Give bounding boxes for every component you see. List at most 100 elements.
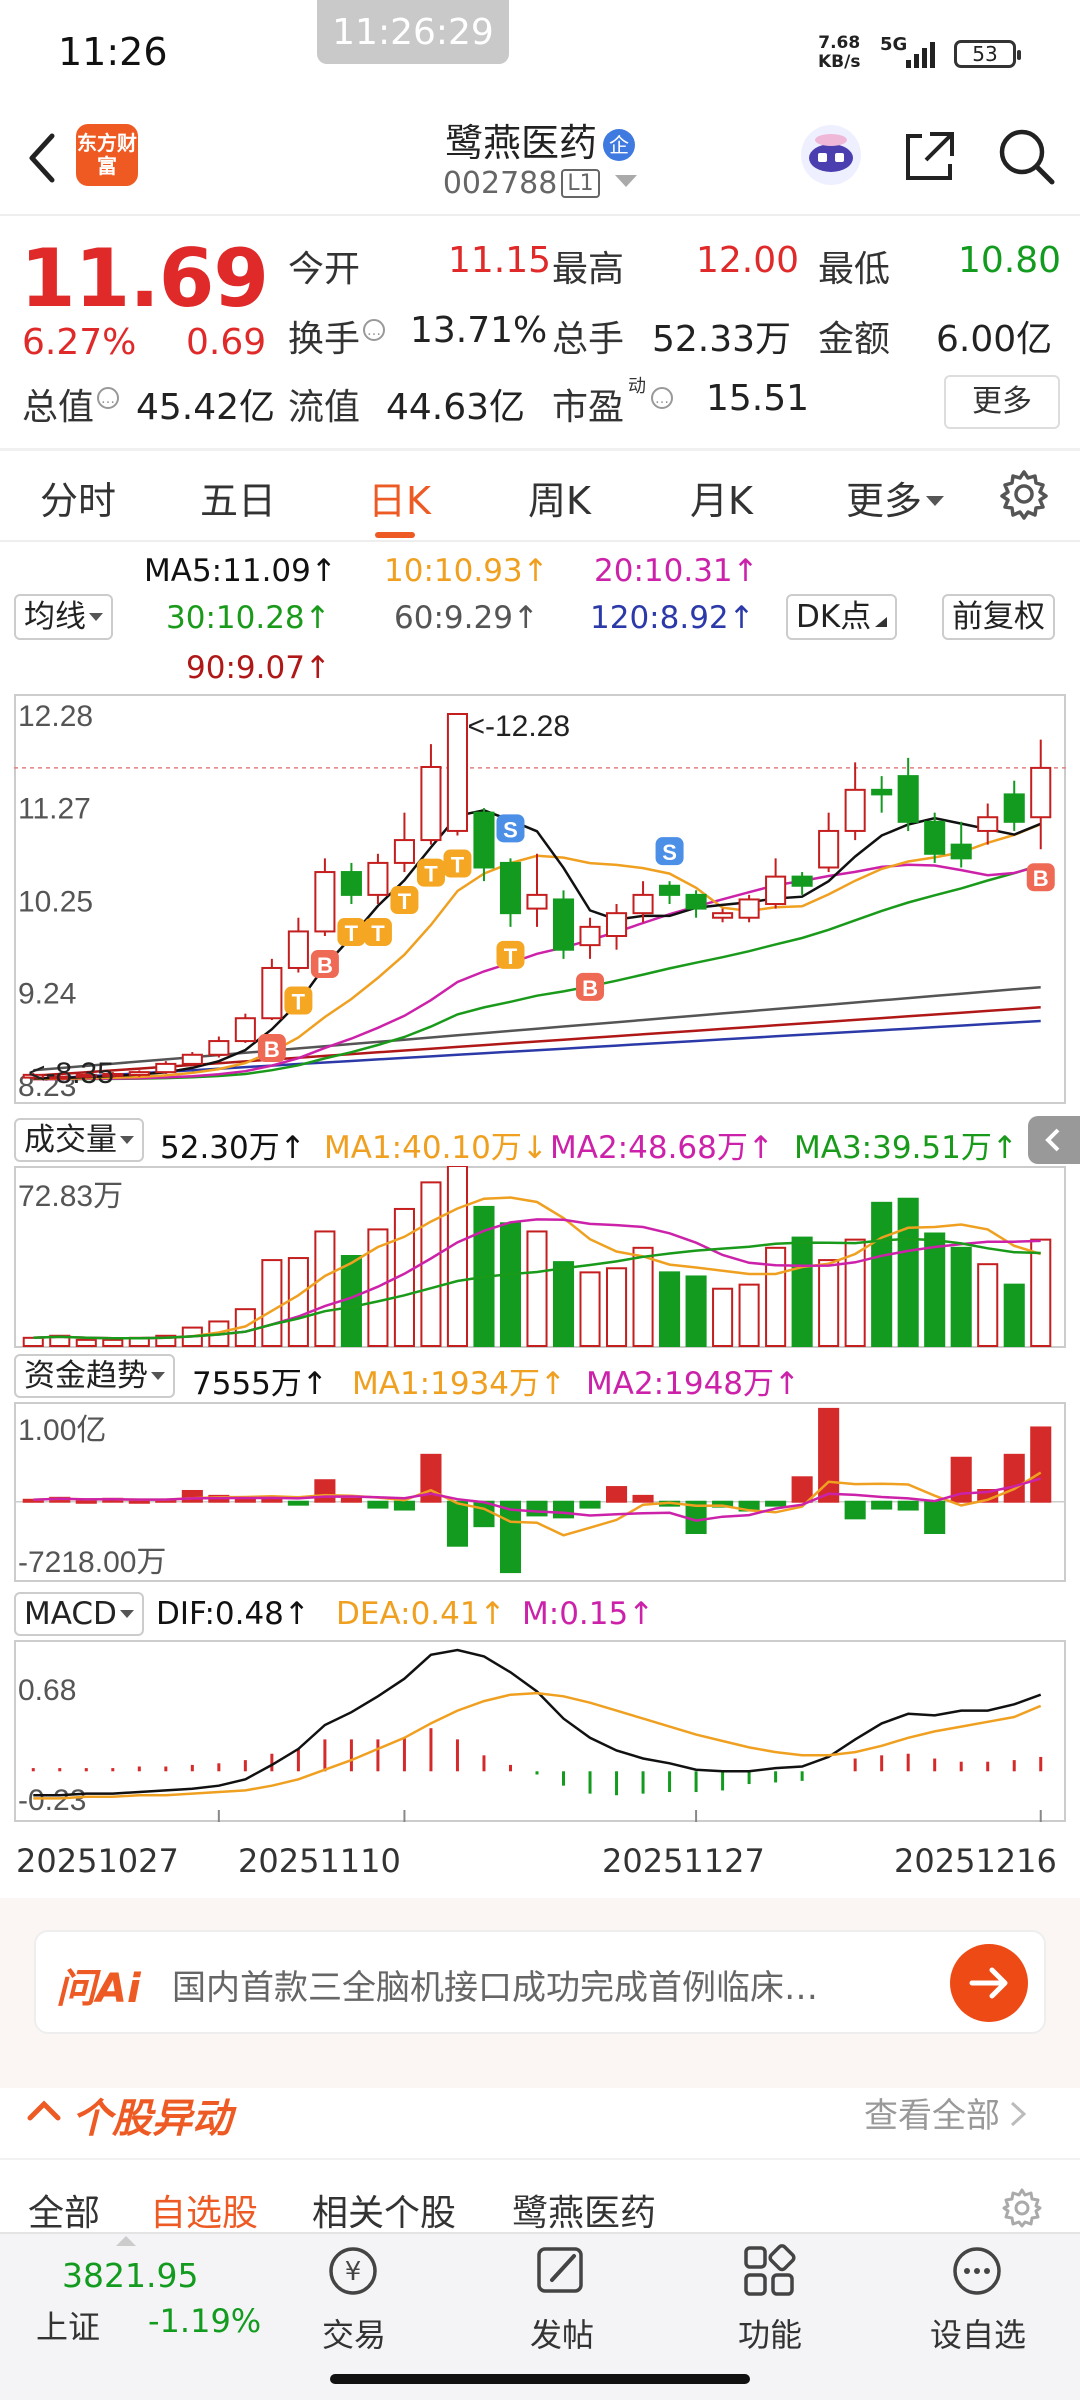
see-all-label: 查看全部 bbox=[864, 2096, 1000, 2136]
ma120-legend: 120:8.92↑ bbox=[590, 600, 755, 636]
volume-bar bbox=[765, 1246, 787, 1347]
ma-selector[interactable]: 均线 bbox=[14, 594, 113, 640]
more-button[interactable]: 更多 bbox=[944, 375, 1060, 429]
macd-chart[interactable]: 0.68 -0.23 bbox=[14, 1640, 1066, 1822]
y-tick-label: -0.23 bbox=[18, 1784, 86, 1817]
volume-bar bbox=[420, 1181, 442, 1348]
tab-more[interactable]: 更多 bbox=[846, 470, 945, 525]
macd-dea-line bbox=[33, 1691, 1042, 1800]
see-all-link[interactable]: 查看全部 bbox=[864, 2088, 1030, 2137]
gear-icon[interactable] bbox=[998, 468, 1050, 520]
tab-zhouk[interactable]: 周K bbox=[528, 470, 591, 525]
candle bbox=[924, 820, 946, 855]
macd-selector[interactable]: MACD bbox=[14, 1592, 144, 1636]
fund-trend-selector[interactable]: 资金趋势 bbox=[14, 1354, 175, 1398]
enterprise-badge: 企 bbox=[603, 129, 635, 161]
signal-marker-text: T bbox=[398, 889, 412, 914]
volume-bar bbox=[499, 1222, 522, 1347]
macd-m-legend: M:0.15↑ bbox=[522, 1596, 655, 1632]
y-tick-label: 12.28 bbox=[18, 700, 93, 733]
subtab-stock[interactable]: 鹭燕医药 bbox=[512, 2184, 656, 2236]
subtab-watchlist[interactable]: 自选股 bbox=[150, 2184, 258, 2236]
volume-bar bbox=[287, 1257, 309, 1347]
adjust-button[interactable]: 前复权 bbox=[942, 594, 1055, 640]
volume-bar bbox=[314, 1230, 336, 1347]
index-value[interactable]: 3821.95 bbox=[62, 2256, 198, 2295]
nav-functions[interactable]: 功能 bbox=[710, 2310, 830, 2356]
kline-chart[interactable]: 12.2811.2710.259.248.23BBTT TTT TTSSBB<-12… bbox=[14, 694, 1066, 1104]
svg-text:…: … bbox=[655, 391, 669, 407]
chevron-down-icon bbox=[151, 1372, 165, 1380]
robot-avatar-icon[interactable] bbox=[796, 122, 866, 188]
trade-icon[interactable]: ¥ bbox=[326, 2244, 380, 2298]
y-tick-label: 10.25 bbox=[18, 885, 93, 918]
volume-bar bbox=[818, 1259, 840, 1347]
signal-marker-text: T bbox=[504, 944, 518, 969]
volume-bar bbox=[261, 1259, 283, 1347]
fund-bar bbox=[181, 1489, 203, 1503]
home-indicator bbox=[330, 2374, 750, 2384]
ai-go-button[interactable] bbox=[950, 1944, 1028, 2022]
macd-dea-legend: DEA:0.41↑ bbox=[336, 1596, 506, 1632]
candle bbox=[685, 893, 707, 910]
fund-bar bbox=[499, 1500, 522, 1574]
functions-grid-icon[interactable] bbox=[742, 2244, 796, 2298]
high-value: 12.00 bbox=[696, 240, 800, 281]
candle bbox=[208, 1040, 230, 1056]
fund-bar bbox=[871, 1500, 893, 1510]
fund-bar bbox=[1030, 1426, 1052, 1503]
pe-value: 15.51 bbox=[706, 378, 810, 419]
signal-marker-b: B bbox=[257, 1034, 286, 1063]
share-icon[interactable] bbox=[900, 126, 960, 186]
chevron-up-icon[interactable] bbox=[24, 2090, 64, 2130]
tab-underline bbox=[375, 532, 415, 538]
market-level-badge: L1 bbox=[561, 169, 600, 198]
net-speed: 7.68 KB/s bbox=[818, 34, 860, 72]
nav-add-watchlist[interactable]: 设自选 bbox=[918, 2310, 1038, 2356]
info-icon[interactable]: … bbox=[362, 318, 386, 342]
volume-bar bbox=[552, 1261, 575, 1347]
signal-marker-b: B bbox=[1026, 863, 1055, 892]
subtab-all[interactable]: 全部 bbox=[28, 2184, 100, 2236]
tab-more-label: 更多 bbox=[846, 479, 923, 523]
nav-trade[interactable]: 交易 bbox=[294, 2310, 414, 2356]
signal-marker-b: B bbox=[576, 972, 605, 1001]
tab-rik[interactable]: 日K bbox=[368, 470, 431, 525]
more-dots-icon[interactable] bbox=[950, 2244, 1004, 2298]
subtab-related[interactable]: 相关个股 bbox=[312, 2184, 456, 2236]
date-tick: 20251110 bbox=[238, 1842, 401, 1880]
fund-trend-chart[interactable]: 1.00亿 -7218.00万 bbox=[14, 1402, 1066, 1582]
signal-marker-text: B bbox=[317, 953, 333, 978]
volume-selector[interactable]: 成交量 bbox=[14, 1118, 144, 1162]
candle bbox=[155, 1062, 177, 1074]
info-icon[interactable]: … bbox=[650, 386, 674, 410]
tab-yuek[interactable]: 月K bbox=[690, 470, 753, 525]
volume-bar bbox=[712, 1287, 734, 1347]
amount-value: 6.00亿 bbox=[936, 319, 1053, 360]
info-icon[interactable]: … bbox=[96, 386, 120, 410]
tab-wuri[interactable]: 五日 bbox=[200, 470, 276, 525]
post-edit-icon[interactable] bbox=[534, 2244, 588, 2298]
index-name[interactable]: 上证 bbox=[36, 2302, 100, 2348]
fund-bar bbox=[552, 1500, 575, 1519]
dk-point-button[interactable]: DK点 bbox=[786, 594, 898, 640]
collapse-panel-button[interactable] bbox=[1028, 1116, 1080, 1164]
settings-icon[interactable] bbox=[1000, 2186, 1044, 2230]
tab-fenshi[interactable]: 分时 bbox=[40, 470, 116, 525]
tabs-divider bbox=[0, 540, 1080, 542]
candle bbox=[712, 912, 734, 919]
volume-bar bbox=[1030, 1238, 1052, 1347]
ai-prompt-text[interactable]: 国内首款三全脑机接口成功完成首例临床… bbox=[172, 1960, 818, 2009]
volume-chart[interactable]: 72.83万 bbox=[14, 1166, 1066, 1348]
float-label: 流值 bbox=[288, 387, 361, 428]
candle bbox=[765, 875, 787, 906]
index-change[interactable]: -1.19% bbox=[148, 2302, 261, 2340]
candle bbox=[446, 713, 469, 832]
y-tick-label: 72.83万 bbox=[18, 1180, 123, 1213]
candle bbox=[897, 775, 919, 823]
signal-icon bbox=[906, 42, 935, 68]
candle bbox=[871, 788, 893, 796]
nav-post[interactable]: 发帖 bbox=[502, 2310, 622, 2356]
candle bbox=[1030, 766, 1052, 819]
search-icon[interactable] bbox=[994, 124, 1058, 188]
